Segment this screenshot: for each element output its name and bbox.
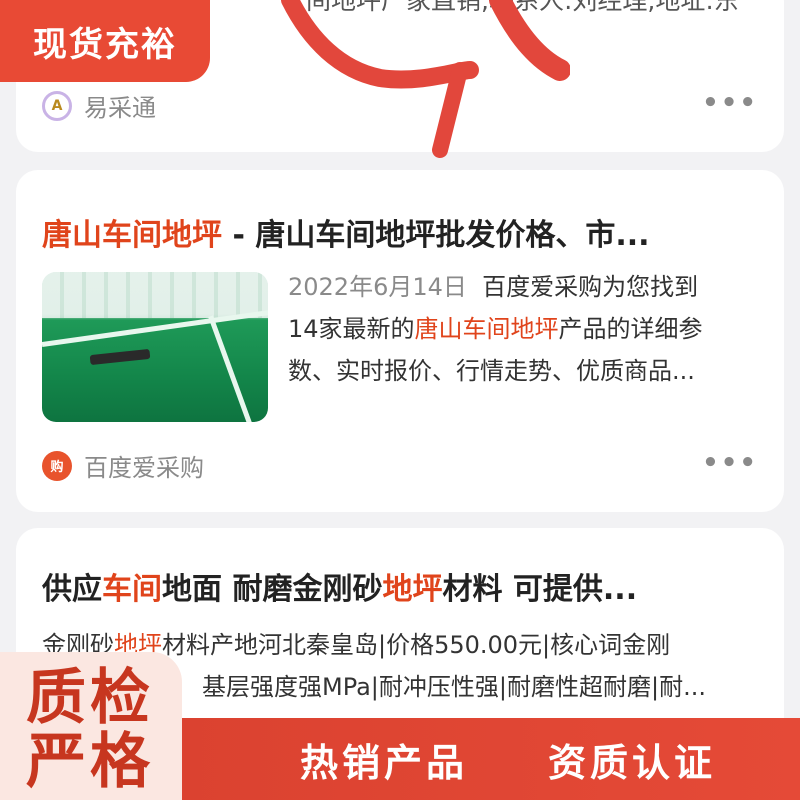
thumb-object <box>89 348 151 366</box>
title-text: 供应 <box>42 572 102 607</box>
desc-text: 产品的详细参 <box>558 315 703 343</box>
thumb-ceiling <box>42 272 268 318</box>
yicaitong-logo-icon: A <box>42 90 72 121</box>
result-description: 2022年6月14日 百度爱采购为您找到 14家最新的唐山车间地坪产品的详细参 … <box>288 266 768 392</box>
quality-text: 严格 <box>26 727 154 797</box>
quality-text: 质检 <box>26 663 154 733</box>
more-options-icon[interactable]: ••• <box>702 448 758 478</box>
title-text: - 唐山车间地坪批发价格、市... <box>222 218 650 253</box>
stock-badge: 现货充裕 <box>0 0 210 82</box>
desc-text: 数、实时报价、行情走势、优质商品... <box>288 357 695 385</box>
desc-highlight: 唐山车间地坪 <box>414 315 559 343</box>
desc-text: 材料产地河北秦皇岛|价格550.00元|核心词金刚 <box>162 631 671 659</box>
more-options-icon[interactable]: ••• <box>702 88 758 118</box>
thumb-floor-line <box>208 315 261 422</box>
title-highlight: 唐山车间地坪 <box>42 218 222 253</box>
desc-text: 14家最新的 <box>288 315 415 343</box>
title-highlight: 地坪 <box>382 572 443 607</box>
source-row[interactable]: A 易采通 <box>42 88 156 123</box>
source-row[interactable]: 购 百度爱采购 <box>42 448 204 483</box>
publish-date: 2022年6月14日 <box>288 273 467 301</box>
certification-text: 资质认证 <box>548 741 717 785</box>
title-text: 地面 耐磨金刚砂 <box>162 572 383 607</box>
snippet-text: 间地坪厂家直销,联系人:刘经理,地址:东 <box>306 0 739 15</box>
source-name: 易采通 <box>84 94 156 122</box>
title-text: 材料 可提供... <box>442 572 638 607</box>
hot-products-text: 热销产品 <box>300 741 469 785</box>
result-title[interactable]: 唐山车间地坪 - 唐山车间地坪批发价格、市... <box>42 210 744 254</box>
source-name: 百度爱采购 <box>84 454 204 482</box>
title-highlight: 车间 <box>102 572 162 607</box>
result-title[interactable]: 供应车间地面 耐磨金刚砂地坪材料 可提供... <box>42 564 744 608</box>
desc-text: 百度爱采购为您找到 <box>482 273 699 301</box>
result-card-2[interactable]: 唐山车间地坪 - 唐山车间地坪批发价格、市... 2022年6月14日 百度爱采… <box>16 170 784 512</box>
baidu-aicaigou-icon: 购 <box>42 450 72 481</box>
product-thumbnail[interactable] <box>42 272 268 422</box>
